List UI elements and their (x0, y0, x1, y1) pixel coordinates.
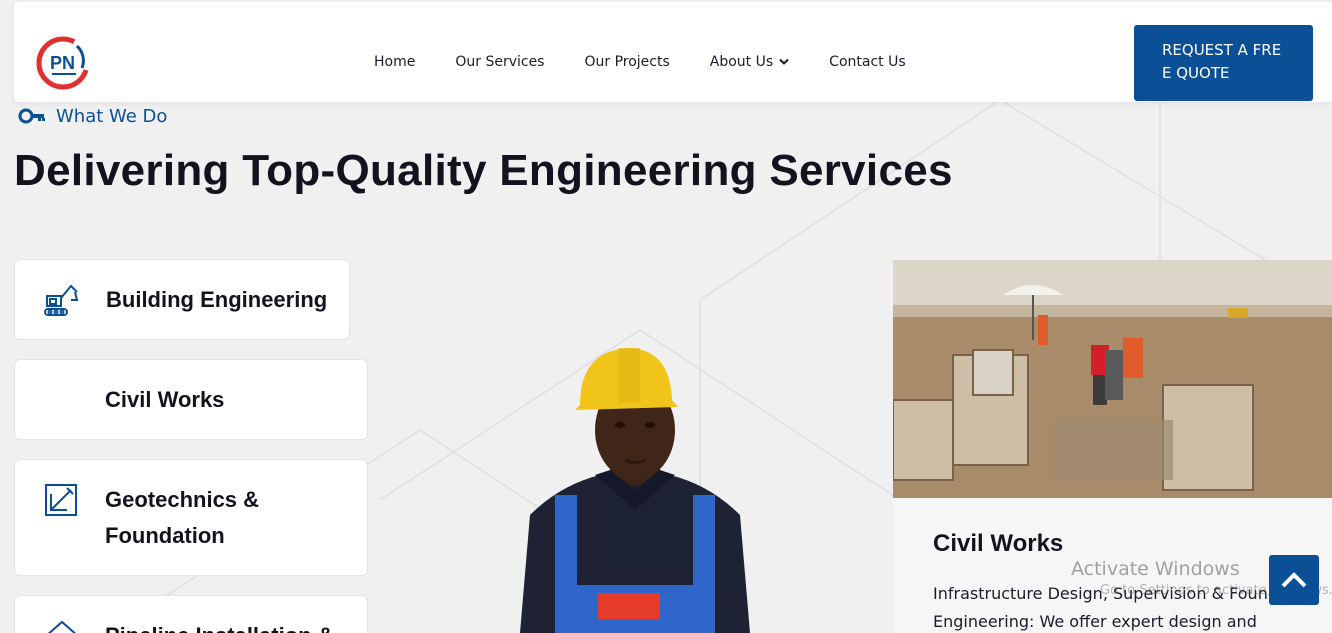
nav-home[interactable]: Home (374, 54, 415, 70)
section-title: Delivering Top-Quality Engineering Servi… (14, 146, 953, 195)
project-photo (893, 260, 1332, 498)
nav-about-us[interactable]: About Us (710, 54, 789, 70)
nav-home-label: Home (374, 54, 416, 70)
service-card-building[interactable]: Building Engineering (14, 259, 350, 340)
scroll-to-top-button[interactable] (1269, 555, 1319, 605)
activate-windows-title: Activate Windows (1071, 558, 1240, 580)
blueprint-icon (45, 484, 77, 516)
company-logo[interactable]: PN (34, 32, 92, 92)
service-card-geotechnics[interactable]: Geotechnics & Foundation (14, 459, 368, 576)
service-label-geotechnics: Geotechnics & Foundation (105, 487, 260, 548)
nav-our-projects-label: Our Projects (584, 54, 670, 70)
key-icon (18, 108, 45, 124)
worker-photo (520, 348, 750, 633)
eyebrow-label: What We Do (56, 105, 168, 127)
logo-text: PN (50, 53, 75, 73)
nav-our-projects[interactable]: Our Projects (584, 54, 669, 70)
nav-contact-us[interactable]: Contact Us (829, 54, 905, 70)
main-nav: Home Our Services Our Projects About Us … (374, 54, 946, 70)
chevron-down-icon (779, 58, 789, 65)
service-label-civil-works: Civil Works (105, 387, 225, 412)
service-label-pipeline: Pipeline Installation & (105, 618, 334, 633)
section-eyebrow: What We Do (18, 105, 167, 127)
service-card-pipeline[interactable]: Pipeline Installation & (14, 595, 368, 633)
house-icon (47, 620, 77, 633)
nav-contact-us-label: Contact Us (829, 54, 906, 70)
service-card-civil-works[interactable]: Civil Works (14, 359, 368, 440)
nav-about-us-label: About Us (709, 54, 774, 70)
nav-our-services[interactable]: Our Services (455, 54, 544, 70)
service-label-building: Building Engineering (106, 287, 328, 312)
excavator-icon (44, 284, 79, 316)
chevron-up-icon (1281, 572, 1307, 588)
project-title: Civil Works (933, 530, 1064, 557)
site-header: PN Home Our Services Our Projects About … (14, 2, 1332, 102)
nav-our-services-label: Our Services (455, 54, 545, 70)
request-quote-button[interactable]: REQUEST A FREE QUOTE (1134, 25, 1313, 101)
